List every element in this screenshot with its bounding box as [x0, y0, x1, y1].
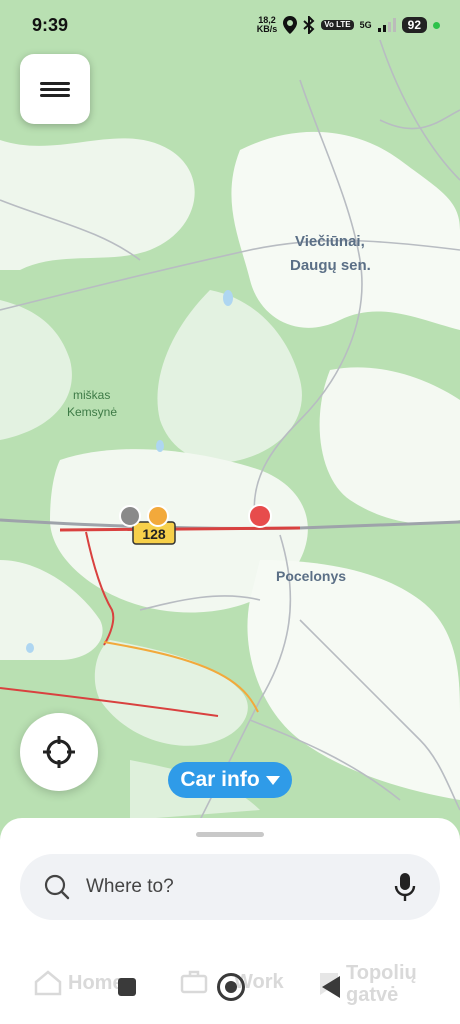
search-placeholder: Where to? [86, 876, 174, 897]
network-speed: 18,2 KB/s [257, 16, 278, 34]
place-label-pocelonys: Pocelonys [276, 568, 346, 584]
volte-badge: Vo LTE [321, 20, 354, 30]
bottom-sheet: Where to? Home Work Topolių gatvė [0, 818, 460, 1024]
recent-apps-button[interactable] [118, 978, 136, 996]
network-type: 5G [359, 20, 372, 30]
briefcase-icon [180, 970, 208, 994]
home-nav-button[interactable] [217, 973, 245, 1001]
location-icon [283, 16, 298, 34]
battery-indicator: 92 [401, 17, 427, 33]
marker-orange[interactable] [147, 505, 169, 527]
marker-red[interactable] [248, 504, 272, 528]
place-label-daugu: Daugų sen. [290, 257, 371, 274]
network-speed-unit: KB/s [256, 24, 278, 34]
status-time: 9:39 [32, 14, 69, 35]
microphone-icon[interactable] [394, 872, 416, 902]
quick-recent-label: Topolių gatvė [346, 962, 417, 1006]
recenter-location-button[interactable] [20, 713, 98, 791]
home-icon [34, 970, 62, 996]
place-label-vieciunai: Viečiūnai, [295, 233, 365, 250]
marker-grey[interactable] [119, 505, 141, 527]
privacy-indicator-dot [433, 21, 440, 29]
car-info-button[interactable]: Car info [168, 762, 292, 798]
status-bar: 9:39 18,2 KB/s Vo LTE 5G 92 [0, 0, 460, 50]
sheet-drag-handle[interactable] [196, 832, 264, 837]
car-info-label: Car info [180, 768, 260, 791]
bluetooth-icon [303, 16, 315, 34]
back-nav-button[interactable] [322, 976, 340, 998]
place-label-miskas: miškas [73, 388, 110, 402]
road-number-text: 128 [142, 526, 166, 542]
quick-home-label: Home [68, 971, 124, 994]
menu-button[interactable] [20, 54, 90, 124]
hamburger-icon [40, 79, 70, 100]
quick-home[interactable]: Home [34, 970, 124, 996]
signal-icon [377, 18, 396, 32]
search-icon [44, 874, 70, 900]
crosshair-icon [43, 736, 75, 768]
search-bar[interactable]: Where to? [20, 854, 440, 920]
status-icons: 18,2 KB/s Vo LTE 5G 92 [257, 16, 440, 34]
place-label-kemsyne: Kemsynė [67, 405, 117, 419]
dropdown-arrow-icon [265, 775, 280, 785]
